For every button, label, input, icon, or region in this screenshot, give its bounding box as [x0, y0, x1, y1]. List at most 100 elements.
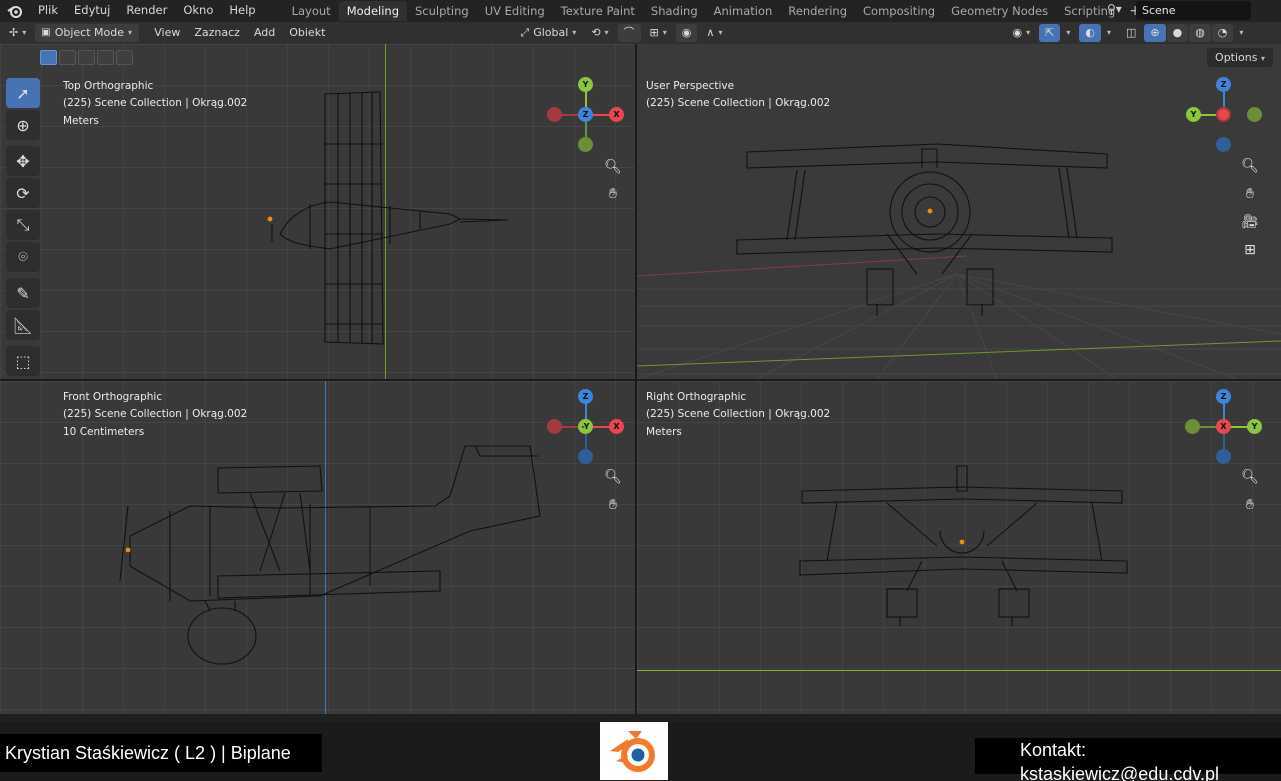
tab-sculpting[interactable]: Sculpting — [407, 1, 477, 21]
scale-tool-icon[interactable]: ⤡ — [6, 210, 40, 240]
viewport-user-perspective[interactable]: User Perspective (225) Scene Collection … — [637, 44, 1281, 379]
add-cube-tool-icon[interactable]: ⬚ — [6, 346, 40, 376]
editor-type-button[interactable]: ✢ ▾ — [3, 24, 32, 42]
transform-tool-icon[interactable]: ⌾ — [6, 242, 40, 272]
tab-animation[interactable]: Animation — [706, 1, 781, 21]
zoom-icon[interactable]: 🔍︎ — [1238, 465, 1262, 489]
tab-layout[interactable]: Layout — [284, 1, 339, 21]
camera-view-icon[interactable]: 🎥︎ — [1238, 210, 1262, 234]
orientation-dropdown[interactable]: ⤢ Global ▾ — [514, 24, 582, 42]
gizmo-x-axis[interactable]: X — [609, 107, 624, 122]
blender-logo-icon[interactable] — [0, 0, 30, 22]
gizmo-z-axis[interactable]: Z — [1216, 77, 1231, 92]
xray-toggle[interactable]: ◫ — [1120, 24, 1142, 42]
pivot-point-button[interactable]: ⟲ ▾ — [585, 24, 614, 42]
viewport-front-orthographic[interactable]: Front Orthographic (225) Scene Collectio… — [0, 381, 635, 714]
falloff-button[interactable]: ∧ ▾ — [700, 24, 728, 42]
menu-zaznacz[interactable]: Zaznacz — [187, 24, 247, 42]
shading-dropdown[interactable]: ▾ — [1233, 24, 1249, 42]
snap-toggle[interactable]: ⌒ — [617, 24, 641, 42]
gizmo-neg-y-axis[interactable] — [1247, 107, 1262, 122]
pan-hand-icon[interactable]: ✋︎ — [601, 493, 625, 517]
select-intersect-icon[interactable] — [116, 50, 133, 65]
shading-material[interactable]: ◍ — [1189, 24, 1211, 42]
menu-add[interactable]: Add — [247, 24, 282, 42]
navigation-gizmo[interactable]: Z -Y X — [542, 388, 632, 468]
select-subtract-icon[interactable] — [78, 50, 95, 65]
gizmo-neg-z-axis[interactable] — [1216, 137, 1231, 152]
navigation-gizmo[interactable]: Z X Y — [1180, 388, 1270, 468]
gizmo-y-axis[interactable]: Y — [1186, 107, 1201, 122]
gizmo-neg-y-axis[interactable]: -Y — [578, 419, 593, 434]
measure-tool-icon[interactable]: 📐︎ — [6, 310, 40, 340]
proportional-edit-toggle[interactable]: ◉ — [675, 24, 698, 42]
viewport-divider-horizontal[interactable] — [0, 379, 1281, 381]
tab-uv-editing[interactable]: UV Editing — [477, 1, 553, 21]
ortho-toggle-grid-icon[interactable]: ⊞ — [1238, 238, 1262, 262]
gizmo-x-axis[interactable]: X — [609, 419, 624, 434]
pan-hand-icon[interactable]: ✋︎ — [1238, 493, 1262, 517]
shading-solid[interactable]: ● — [1166, 24, 1189, 42]
gizmo-y-axis[interactable]: Y — [578, 77, 593, 92]
gizmo-z-axis[interactable]: Z — [1216, 389, 1231, 404]
gizmo-neg-z-axis[interactable] — [578, 449, 593, 464]
tab-modeling[interactable]: Modeling — [338, 1, 407, 21]
select-box-tool-icon[interactable]: ➚ — [6, 78, 40, 108]
select-new-icon[interactable] — [40, 50, 57, 65]
mode-dropdown[interactable]: ▣ Object Mode ▾ — [35, 24, 140, 42]
gizmo-y-axis[interactable]: Y — [1247, 419, 1262, 434]
viewport-top-orthographic[interactable]: Top Orthographic (225) Scene Collection … — [0, 44, 635, 379]
menu-plik[interactable]: Plik — [30, 0, 66, 22]
zoom-icon[interactable]: 🔍︎ — [1238, 154, 1262, 178]
visibility-button[interactable]: ◉ ▾ — [1006, 24, 1036, 42]
shading-rendered[interactable]: ◔ — [1211, 24, 1234, 42]
snap-target-button[interactable]: ⊞ ▾ — [644, 24, 673, 42]
scene-selector-icon[interactable]: ⚲▾ — [1107, 2, 1131, 20]
viewport-divider-vertical[interactable] — [635, 44, 637, 714]
gizmo-toggle[interactable]: ⇱ — [1039, 24, 1061, 42]
pan-hand-icon[interactable]: ✋︎ — [601, 182, 625, 206]
cursor-tool-icon[interactable]: ⊕ — [6, 110, 40, 140]
tab-compositing[interactable]: Compositing — [855, 1, 943, 21]
gizmo-z-axis[interactable]: Z — [578, 107, 593, 122]
viewport-right-orthographic[interactable]: Right Orthographic (225) Scene Collectio… — [637, 381, 1281, 714]
gizmo-neg-y-axis[interactable] — [1185, 419, 1200, 434]
move-tool-icon[interactable]: ✥ — [6, 146, 40, 176]
shading-wireframe[interactable]: ⊕ — [1144, 24, 1166, 42]
falloff-icon: ∧ — [706, 26, 715, 39]
gizmo-z-axis[interactable]: Z — [578, 389, 593, 404]
menu-obiekt[interactable]: Obiekt — [282, 24, 332, 42]
annotate-tool-icon[interactable]: ✎ — [6, 278, 40, 308]
gizmo-neg-z-axis[interactable] — [1216, 449, 1231, 464]
overlays-dropdown[interactable]: ▾ — [1101, 24, 1117, 42]
orientation-label: Global — [533, 26, 569, 39]
select-extend-icon[interactable] — [59, 50, 76, 65]
scene-field[interactable]: Scene — [1136, 1, 1251, 20]
navigation-gizmo[interactable]: Y Z X — [542, 76, 632, 156]
tab-geometry-nodes[interactable]: Geometry Nodes — [943, 1, 1056, 21]
gizmo-dropdown[interactable]: ▾ — [1060, 24, 1076, 42]
rotate-tool-icon[interactable]: ⟳ — [6, 178, 40, 208]
zoom-icon[interactable]: 🔍︎ — [601, 465, 625, 489]
select-invert-icon[interactable] — [97, 50, 114, 65]
navigation-gizmo[interactable]: Z Y — [1184, 76, 1274, 156]
tab-shading[interactable]: Shading — [643, 1, 706, 21]
snap-grid-icon: ⊞ — [649, 26, 659, 39]
gizmo-neg-y-axis[interactable] — [578, 137, 593, 152]
menu-render[interactable]: Render — [118, 0, 175, 22]
menu-okno[interactable]: Okno — [175, 0, 221, 22]
overlays-toggle[interactable]: ◐ — [1079, 24, 1101, 42]
pan-hand-icon[interactable]: ✋︎ — [1238, 182, 1262, 206]
tab-texture-paint[interactable]: Texture Paint — [553, 1, 643, 21]
menu-help[interactable]: Help — [221, 0, 263, 22]
tab-rendering[interactable]: Rendering — [780, 1, 855, 21]
gizmo-x-axis[interactable]: X — [1216, 419, 1231, 434]
viewport-collection: (225) Scene Collection | Okrąg.002 — [63, 97, 248, 110]
gizmo-neg-x-axis[interactable] — [547, 107, 562, 122]
gizmo-x-axis[interactable] — [1216, 107, 1231, 122]
gizmo-neg-x-axis[interactable] — [547, 419, 562, 434]
menu-edytuj[interactable]: Edytuj — [66, 0, 118, 22]
zoom-icon[interactable]: 🔍︎ — [601, 155, 625, 179]
menu-view[interactable]: View — [147, 24, 187, 42]
options-dropdown[interactable]: Options ▾ — [1207, 48, 1273, 67]
